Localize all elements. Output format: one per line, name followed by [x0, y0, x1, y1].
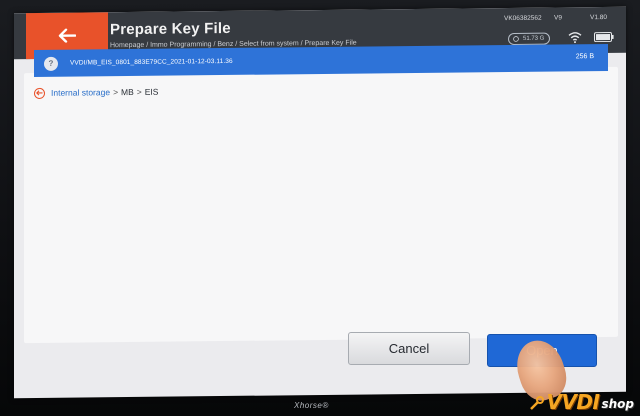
- file-size: 256 B: [575, 53, 594, 61]
- page-title: Prepare Key File: [110, 19, 231, 39]
- path-separator: >: [113, 87, 119, 98]
- device-serial: VK06382562: [504, 14, 542, 23]
- arrow-left-icon: [58, 28, 76, 43]
- file-name: VVDI/MB_EIS_0801_883E79CC_2021-01-12-03.…: [70, 57, 233, 67]
- version-value: V1.80: [590, 13, 607, 22]
- path-bar: Internal storage > MB > EIS: [34, 85, 158, 100]
- vvdi-shop-watermark: VVDI shop: [530, 390, 634, 414]
- cloud-icon: [513, 36, 519, 42]
- wifi-icon: [568, 32, 582, 44]
- cancel-button[interactable]: Cancel: [348, 332, 470, 365]
- path-back-button[interactable]: [34, 87, 45, 99]
- unknown-file-icon: ?: [44, 56, 58, 71]
- key-icon: [530, 396, 545, 410]
- watermark-sub-text: shop: [601, 397, 634, 411]
- storage-pill-text: 51.73 G: [523, 35, 545, 42]
- path-segment-eis: EIS: [144, 86, 159, 97]
- arrow-left-icon: [36, 90, 43, 96]
- file-browser-panel: Internal storage > MB > EIS: [24, 66, 618, 344]
- storage-pill[interactable]: 51.73 G: [508, 32, 551, 46]
- bezel-brand-logo: Xhorse®: [294, 401, 329, 410]
- battery-icon: [594, 31, 614, 43]
- watermark-main-text: VVDI: [546, 390, 600, 414]
- path-segment-mb[interactable]: MB: [121, 87, 134, 97]
- path-separator: >: [136, 86, 142, 97]
- version-label: V9: [554, 14, 562, 22]
- path-root-link[interactable]: Internal storage: [51, 87, 110, 98]
